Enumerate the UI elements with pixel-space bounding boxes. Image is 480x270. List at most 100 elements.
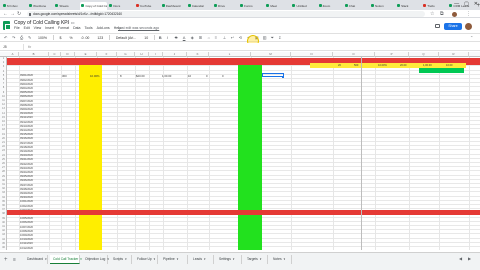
align-icon[interactable]: ≡ bbox=[215, 35, 219, 40]
browser-tab[interactable]: Copy of Cold Calling bbox=[80, 2, 108, 10]
date-cell[interactable]: 09/15/2020 bbox=[20, 133, 33, 136]
url-input[interactable]: docs.google.com/spreadsheets/d/1xKz.../e… bbox=[27, 11, 425, 17]
chevron-down-icon[interactable]: ▾ bbox=[154, 257, 156, 261]
date-cell[interactable]: 09/06/2020 bbox=[20, 95, 33, 98]
date-cell[interactable]: 09/14/2020 bbox=[20, 129, 33, 132]
menu-item[interactable]: Add-ons bbox=[97, 26, 110, 31]
sheet-tab[interactable]: Settings ▾ bbox=[216, 255, 242, 264]
chart-icon[interactable]: ▥ bbox=[263, 35, 267, 40]
strikethrough-icon[interactable]: S bbox=[175, 35, 179, 40]
currency-button[interactable]: $ bbox=[58, 36, 64, 40]
browser-tab[interactable]: Wordtune bbox=[28, 2, 54, 10]
data-cell[interactable]: 300 bbox=[62, 74, 67, 78]
highlighted-column-green[interactable] bbox=[238, 63, 262, 250]
browser-tab[interactable]: Calendar bbox=[186, 2, 212, 10]
selected-cell[interactable] bbox=[262, 73, 284, 77]
collapse-toolbar-icon[interactable]: ⌃ bbox=[470, 35, 474, 40]
sheet-tab[interactable]: Dashboard ▾ bbox=[24, 255, 48, 264]
reload-icon[interactable]: ↻ bbox=[17, 11, 21, 17]
date-cell[interactable]: 09/13/2020 bbox=[20, 125, 33, 128]
menu-item[interactable]: File bbox=[14, 26, 20, 31]
filter-icon[interactable]: ⏷ bbox=[271, 35, 275, 40]
browser-tab[interactable]: Slack bbox=[396, 2, 422, 10]
date-cell[interactable]: 09/26/2020 bbox=[20, 179, 33, 182]
date-cell[interactable]: 09/01/2020 bbox=[20, 74, 33, 77]
date-cell[interactable]: 10/06/2020 bbox=[20, 221, 33, 224]
share-button[interactable]: Share bbox=[444, 23, 462, 30]
date-cell[interactable]: 10/09/2020 bbox=[20, 234, 33, 237]
merge-icon[interactable]: ⇔ bbox=[207, 35, 211, 40]
browser-tab[interactable]: Docs bbox=[108, 2, 134, 10]
date-cell[interactable]: 09/12/2020 bbox=[20, 121, 33, 124]
date-cell[interactable]: 10/11/2020 bbox=[20, 242, 33, 245]
data-cell[interactable]: 10.00% bbox=[90, 74, 100, 78]
font-select[interactable]: Default (Ari... bbox=[114, 36, 138, 40]
date-cell[interactable]: 10/05/2020 bbox=[20, 217, 33, 220]
redo-icon[interactable]: ↷ bbox=[12, 35, 16, 40]
bookmark-star-icon[interactable]: ☆ bbox=[430, 11, 434, 17]
browser-tab[interactable]: Sheets bbox=[54, 2, 80, 10]
undo-icon[interactable]: ↶ bbox=[4, 35, 8, 40]
date-cell[interactable]: 09/27/2020 bbox=[20, 184, 33, 187]
sheet-tab[interactable]: Leads ▾ bbox=[190, 255, 214, 264]
browser-tab[interactable]: Dashboard bbox=[160, 2, 186, 10]
font-size-select[interactable]: 10 bbox=[142, 36, 150, 40]
fill-color-icon[interactable]: ◈ bbox=[191, 35, 195, 40]
comment-icon[interactable] bbox=[435, 24, 440, 28]
wrap-icon[interactable]: ↵ bbox=[231, 35, 235, 40]
highlighted-cell-green[interactable] bbox=[419, 68, 464, 73]
sheet-tab[interactable]: Cold Call Tracker ▾ bbox=[50, 255, 82, 264]
back-icon[interactable]: ← bbox=[3, 11, 8, 17]
date-cell[interactable]: 09/23/2020 bbox=[20, 167, 33, 170]
date-cell[interactable]: 09/28/2020 bbox=[20, 188, 33, 191]
menu-item[interactable]: Tools bbox=[84, 26, 92, 31]
sheets-logo-icon[interactable] bbox=[3, 21, 11, 30]
date-cell[interactable]: 09/02/2020 bbox=[20, 79, 33, 82]
date-cell[interactable]: 10/02/2020 bbox=[20, 205, 33, 208]
browser-tab[interactable]: YouTube bbox=[134, 2, 160, 10]
date-cell[interactable]: 09/22/2020 bbox=[20, 163, 33, 166]
chevron-down-icon[interactable]: ▾ bbox=[177, 257, 179, 261]
maximize-icon[interactable]: ▢ bbox=[464, 1, 469, 8]
date-cell[interactable]: 09/05/2020 bbox=[20, 91, 33, 94]
data-cell[interactable]: 10 bbox=[188, 74, 191, 78]
data-cell[interactable]: $20.00 bbox=[136, 74, 145, 78]
date-cell[interactable]: 09/18/2020 bbox=[20, 146, 33, 149]
valign-icon[interactable]: ⊥ bbox=[223, 35, 227, 40]
date-cell[interactable]: 09/09/2020 bbox=[20, 108, 33, 111]
menu-item[interactable]: Data bbox=[73, 26, 80, 31]
paint-format-icon[interactable]: ✎ bbox=[28, 35, 32, 40]
date-cell[interactable]: 09/10/2020 bbox=[20, 112, 33, 115]
summary-cell[interactable]: 20 bbox=[338, 64, 341, 67]
add-sheet-icon[interactable]: + bbox=[4, 257, 8, 263]
browser-tab[interactable]: Drive bbox=[213, 2, 239, 10]
chevron-down-icon[interactable]: ▾ bbox=[204, 257, 206, 261]
sheet-tab[interactable]: Scripts ▾ bbox=[110, 255, 132, 264]
chevron-down-icon[interactable]: ▾ bbox=[107, 257, 109, 261]
data-cell[interactable]: 0 bbox=[206, 74, 208, 78]
forward-icon[interactable]: → bbox=[10, 11, 15, 17]
chevron-down-icon[interactable]: ▾ bbox=[45, 257, 47, 261]
data-cell[interactable]: 8 bbox=[120, 74, 122, 78]
browser-tab[interactable]: M Inbox bbox=[2, 2, 28, 10]
profile-avatar[interactable] bbox=[452, 11, 457, 17]
highlighted-row-red[interactable] bbox=[7, 210, 480, 215]
number-format-select[interactable]: 123 bbox=[95, 36, 105, 40]
date-cell[interactable]: 10/01/2020 bbox=[20, 200, 33, 203]
chevron-down-icon[interactable]: ▾ bbox=[260, 257, 262, 261]
rotate-icon[interactable]: ⟲ bbox=[239, 35, 243, 40]
date-cell[interactable]: 09/08/2020 bbox=[20, 104, 33, 107]
borders-icon[interactable]: ⊞ bbox=[199, 35, 203, 40]
menu-item[interactable]: Insert bbox=[45, 26, 54, 31]
text-color-icon[interactable]: A bbox=[183, 35, 187, 40]
summary-cell[interactable]: 20.00 bbox=[400, 64, 407, 67]
summary-cell[interactable]: 500 bbox=[354, 64, 358, 67]
chevron-down-icon[interactable]: ▾ bbox=[125, 257, 127, 261]
functions-icon[interactable]: Σ bbox=[279, 35, 283, 40]
fill-handle[interactable] bbox=[282, 75, 284, 78]
date-cell[interactable]: 09/29/2020 bbox=[20, 192, 33, 195]
sheet-tab[interactable]: Objection Log ▾ bbox=[82, 255, 109, 264]
summary-cell[interactable]: 10.00 bbox=[446, 64, 453, 67]
percent-button[interactable]: % bbox=[68, 36, 75, 40]
browser-tab[interactable]: Zoom bbox=[317, 2, 343, 10]
